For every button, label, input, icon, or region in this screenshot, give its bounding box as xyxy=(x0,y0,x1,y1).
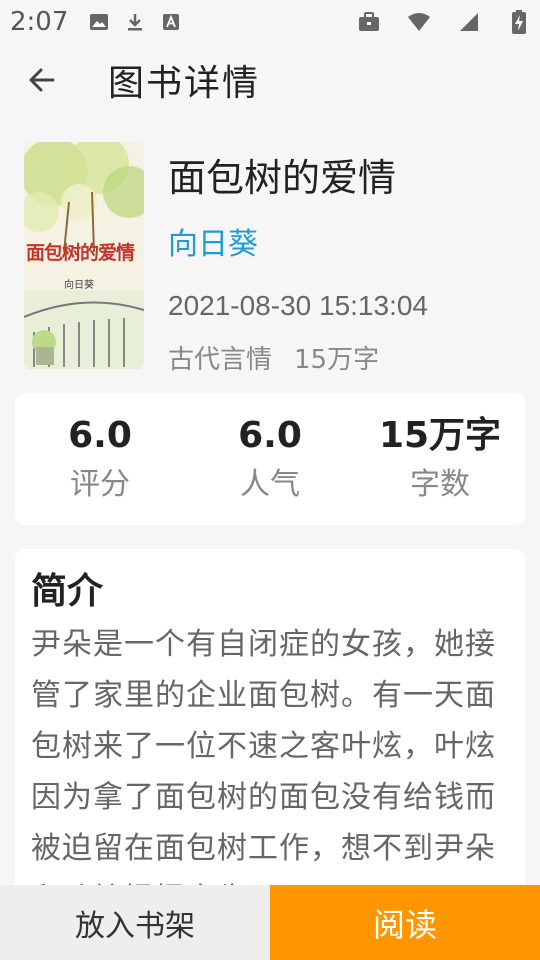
stats-card: 6.0 评分 6.0 人气 15万字 字数 xyxy=(15,393,525,525)
book-category: 古代言情 xyxy=(168,345,273,375)
stat-rating: 6.0 评分 xyxy=(15,413,185,505)
status-time: 2:07 xyxy=(10,7,69,37)
add-to-shelf-button[interactable]: 放入书架 xyxy=(0,885,270,960)
status-bar: 2:07 xyxy=(0,0,540,44)
arrow-left-icon xyxy=(29,68,55,92)
back-button[interactable] xyxy=(14,52,70,108)
cover-author-text: 向日葵 xyxy=(64,280,94,291)
book-update-date: 2021-08-30 15:13:04 xyxy=(168,290,428,321)
stat-label: 字数 xyxy=(410,467,470,502)
download-icon xyxy=(124,11,146,33)
page-title: 图书详情 xyxy=(108,63,261,104)
stat-value: 15万字 xyxy=(378,415,502,456)
stat-popularity: 6.0 人气 xyxy=(185,413,355,505)
book-title: 面包树的爱情 xyxy=(168,156,397,200)
image-icon xyxy=(88,11,110,33)
text-a-icon xyxy=(160,11,182,33)
battery-charging-icon xyxy=(508,10,530,34)
signal-icon xyxy=(458,11,480,33)
read-button[interactable]: 阅读 xyxy=(270,885,540,960)
book-word-count: 15万字 xyxy=(294,345,380,375)
stat-word-count: 15万字 字数 xyxy=(355,413,525,505)
bottom-bar: 放入书架 阅读 xyxy=(0,885,540,960)
intro-title: 简介 xyxy=(31,571,104,612)
book-cover[interactable]: 面包树的爱情 向日葵 xyxy=(24,142,144,369)
stat-label: 评分 xyxy=(70,467,130,502)
book-header: 面包树的爱情 向日葵 面包树的爱情 向日葵 2021-08-30 15:13:0… xyxy=(24,142,516,375)
wifi-icon xyxy=(408,11,430,33)
book-author-link[interactable]: 向日葵 xyxy=(168,220,428,270)
book-meta: 古代言情 15万字 xyxy=(168,342,428,378)
cover-title-text: 面包树的爱情 xyxy=(26,242,135,264)
stat-value: 6.0 xyxy=(68,415,132,456)
stat-value: 6.0 xyxy=(238,415,302,456)
intro-card: 简介 尹朵是一个有自闭症的女孩，她接管了家里的企业面包树。有一天面包树来了一位不… xyxy=(15,549,525,909)
book-info: 面包树的爱情 向日葵 2021-08-30 15:13:04 古代言情 15万字 xyxy=(168,142,428,375)
briefcase-icon xyxy=(358,11,380,33)
app-bar: 图书详情 xyxy=(0,44,540,116)
stat-label: 人气 xyxy=(240,467,300,502)
intro-text: 尹朵是一个有自闭症的女孩，她接管了家里的企业面包树。有一天面包树来了一位不速之客… xyxy=(31,627,496,909)
